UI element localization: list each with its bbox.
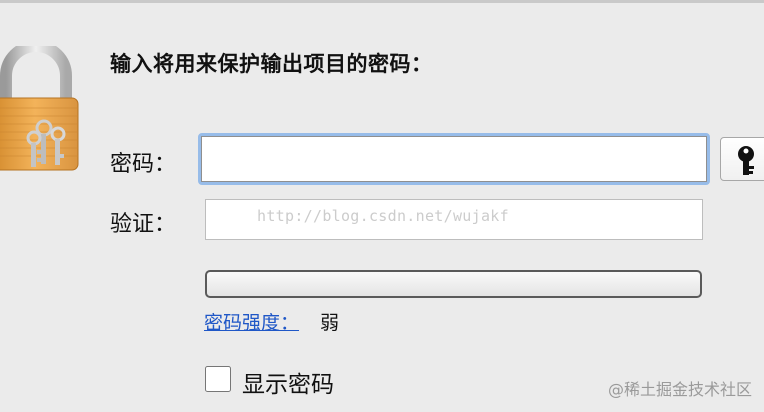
- padlock-icon: [0, 46, 79, 171]
- watermark-url: http://blog.csdn.net/wujakf: [257, 207, 509, 225]
- window-top-border: [0, 0, 764, 3]
- password-strength-meter: [205, 270, 702, 298]
- dialog-title: 输入将用来保护输出项目的密码：: [110, 52, 433, 76]
- password-assistant-button[interactable]: [720, 137, 764, 181]
- password-strength-value: 弱: [320, 312, 340, 334]
- password-field-focus-ring[interactable]: [198, 133, 710, 185]
- verify-label: 验证：: [110, 212, 177, 237]
- password-input[interactable]: [201, 136, 707, 182]
- password-strength-link[interactable]: 密码强度：: [204, 308, 299, 335]
- key-icon: [738, 146, 754, 175]
- corner-watermark: @稀土掘金技术社区: [607, 380, 752, 399]
- show-password-label[interactable]: 显示密码: [242, 365, 334, 399]
- password-label: 密码：: [110, 152, 177, 177]
- show-password-checkbox[interactable]: [205, 366, 231, 392]
